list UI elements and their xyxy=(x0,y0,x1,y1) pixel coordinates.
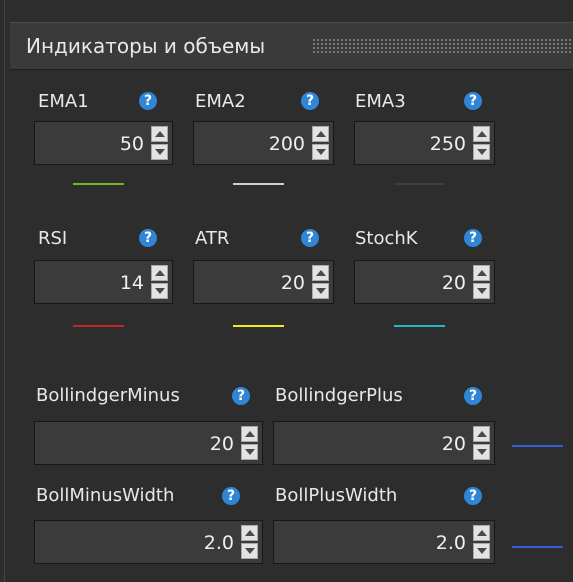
ema2-up-button[interactable] xyxy=(312,126,329,142)
atr-up-button[interactable] xyxy=(312,265,329,281)
rsi-help-icon[interactable]: ? xyxy=(139,229,157,247)
boll-minus-width-down-button[interactable] xyxy=(241,543,258,559)
stochk-value[interactable]: 20 xyxy=(442,272,466,294)
boll-plus-width-help-icon[interactable]: ? xyxy=(464,487,482,505)
stochk-color-line xyxy=(394,325,445,327)
drag-grip-icon[interactable] xyxy=(312,38,573,54)
ema3-help-icon[interactable]: ? xyxy=(464,92,482,110)
boll-minus-width-stepper[interactable]: 2.0 xyxy=(34,520,263,564)
atr-label: ATR xyxy=(195,228,230,249)
boll-plus-width-label: BollPlusWidth xyxy=(275,485,398,506)
atr-stepper[interactable]: 20 xyxy=(193,260,334,304)
atr-color-line xyxy=(233,325,284,327)
bollinger-plus-value[interactable]: 20 xyxy=(442,433,466,455)
stochk-label: StochK xyxy=(355,228,418,249)
rsi-down-button[interactable] xyxy=(151,283,168,299)
ema2-down-button[interactable] xyxy=(312,144,329,160)
bollinger-color-line xyxy=(512,445,563,447)
stochk-up-button[interactable] xyxy=(473,265,490,281)
bollinger-plus-up-button[interactable] xyxy=(473,426,490,442)
section-header[interactable]: Индикаторы и объемы xyxy=(10,22,573,70)
ema2-label: EMA2 xyxy=(195,91,246,112)
bollinger-plus-help-icon[interactable]: ? xyxy=(464,387,482,405)
ema2-help-icon[interactable]: ? xyxy=(301,92,319,110)
ema1-stepper[interactable]: 50 xyxy=(34,121,173,165)
ema1-color-line xyxy=(73,183,124,185)
bollinger-plus-stepper[interactable]: 20 xyxy=(273,421,495,465)
boll-minus-width-label: BollMinusWidth xyxy=(36,485,175,506)
boll-plus-width-stepper[interactable]: 2.0 xyxy=(273,520,495,564)
ema2-value[interactable]: 200 xyxy=(269,133,305,155)
ema3-down-button[interactable] xyxy=(473,144,490,160)
ema3-color-line xyxy=(394,183,445,185)
ema1-value[interactable]: 50 xyxy=(120,133,144,155)
ema2-stepper[interactable]: 200 xyxy=(193,121,334,165)
atr-help-icon[interactable]: ? xyxy=(301,229,319,247)
boll-minus-width-value[interactable]: 2.0 xyxy=(204,532,234,554)
boll-minus-width-help-icon[interactable]: ? xyxy=(222,487,240,505)
boll-plus-width-value[interactable]: 2.0 xyxy=(436,532,466,554)
bollinger-minus-value[interactable]: 20 xyxy=(210,433,234,455)
bollinger-minus-up-button[interactable] xyxy=(241,426,258,442)
bollinger-plus-label: BollindgerPlus xyxy=(275,385,403,406)
ema1-up-button[interactable] xyxy=(151,126,168,142)
bollinger-minus-help-icon[interactable]: ? xyxy=(232,387,250,405)
bollinger-minus-label: BollindgerMinus xyxy=(36,385,180,406)
section-title: Индикаторы и объемы xyxy=(26,34,266,58)
ema1-down-button[interactable] xyxy=(151,144,168,160)
rsi-color-line xyxy=(73,325,124,327)
ema3-stepper[interactable]: 250 xyxy=(354,121,495,165)
rsi-label: RSI xyxy=(38,228,68,249)
rsi-value[interactable]: 14 xyxy=(120,272,144,294)
bollinger-plus-down-button[interactable] xyxy=(473,444,490,460)
ema2-color-line xyxy=(233,183,284,185)
stochk-help-icon[interactable]: ? xyxy=(464,229,482,247)
ema3-value[interactable]: 250 xyxy=(430,133,466,155)
rsi-up-button[interactable] xyxy=(151,265,168,281)
bollinger-minus-down-button[interactable] xyxy=(241,444,258,460)
ema1-help-icon[interactable]: ? xyxy=(139,92,157,110)
boll-width-color-line xyxy=(512,546,563,548)
atr-down-button[interactable] xyxy=(312,283,329,299)
boll-minus-width-up-button[interactable] xyxy=(241,525,258,541)
stochk-stepper[interactable]: 20 xyxy=(354,260,495,304)
ema1-label: EMA1 xyxy=(38,91,89,112)
rsi-stepper[interactable]: 14 xyxy=(34,260,173,304)
boll-plus-width-up-button[interactable] xyxy=(473,525,490,541)
ema3-label: EMA3 xyxy=(355,91,406,112)
ema3-up-button[interactable] xyxy=(473,126,490,142)
atr-value[interactable]: 20 xyxy=(281,272,305,294)
boll-plus-width-down-button[interactable] xyxy=(473,543,490,559)
bollinger-minus-stepper[interactable]: 20 xyxy=(34,421,263,465)
stochk-down-button[interactable] xyxy=(473,283,490,299)
